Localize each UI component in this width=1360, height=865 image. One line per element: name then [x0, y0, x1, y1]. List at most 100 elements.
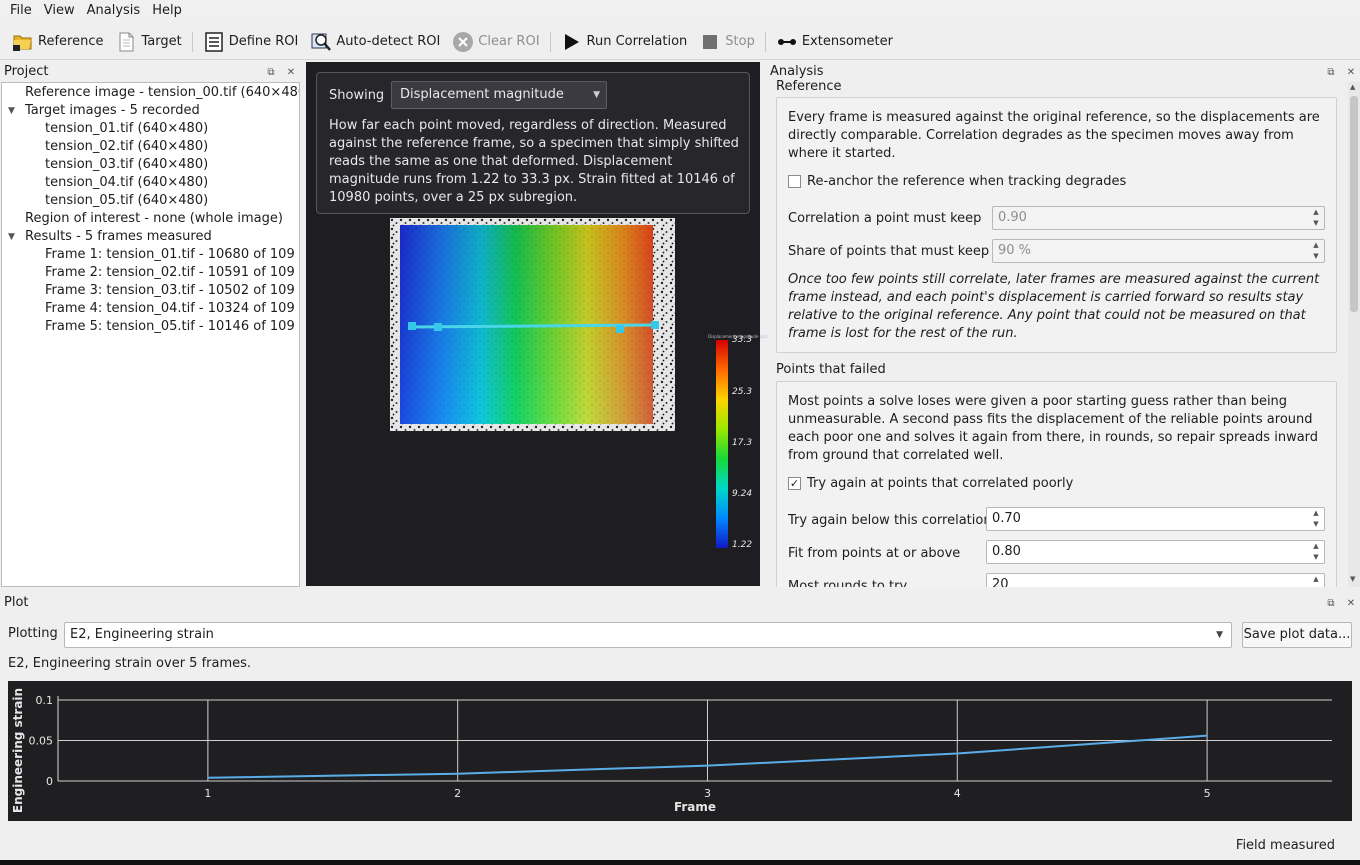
rounds-spinbox[interactable]: 20 ▲▼: [986, 573, 1325, 587]
displacement-field-image[interactable]: [390, 218, 675, 431]
fit-from-spinbox[interactable]: 0.80 ▲ ▼: [986, 540, 1325, 564]
magnifier-icon: [310, 31, 332, 53]
stop-button[interactable]: Stop: [693, 26, 761, 58]
close-icon[interactable]: ✕: [1345, 597, 1357, 609]
tree-item-target-file[interactable]: tension_01.tif (640×480): [45, 120, 208, 138]
folder-open-icon: [12, 31, 34, 53]
scrollbar-thumb[interactable]: [1350, 96, 1358, 312]
float-icon[interactable]: ⧉: [1325, 66, 1337, 78]
retry-poor-checkbox-label: Try again at points that correlated poor…: [807, 476, 1074, 491]
field-viewer[interactable]: Showing Displacement magnitude ▼ How far…: [306, 62, 768, 586]
run-correlation-button-label: Run Correlation: [586, 34, 688, 49]
x-tick-label: 5: [1204, 787, 1211, 800]
tree-item-target-file[interactable]: tension_04.tif (640×480): [45, 174, 208, 192]
menu-file[interactable]: File: [4, 0, 38, 22]
correlation-keep-value: 0.90: [998, 210, 1027, 225]
reference-group: Every frame is measured against the orig…: [776, 97, 1337, 353]
tree-item-result-frame[interactable]: Frame 1: tension_01.tif - 10680 of 1098…: [45, 246, 295, 264]
define-roi-button-label: Define ROI: [228, 34, 299, 49]
analysis-settings: Reference Every frame is measured agains…: [768, 80, 1360, 587]
reanchor-checkbox-label: Re-anchor the reference when tracking de…: [807, 174, 1127, 189]
showing-label: Showing: [329, 88, 385, 103]
analysis-scrollbar[interactable]: ▲ ▼: [1348, 82, 1360, 587]
fit-from-label: Fit from points at or above: [788, 546, 961, 561]
share-keep-spinbox[interactable]: 90 % ▲ ▼: [992, 239, 1325, 263]
spin-arrows-icon[interactable]: ▲▼: [1310, 542, 1322, 562]
tree-item-result-frame[interactable]: Frame 4: tension_04.tif - 10324 of 1098…: [45, 300, 295, 318]
checkbox-box: [788, 175, 801, 188]
plot-caption: E2, Engineering strain over 5 frames.: [8, 656, 252, 671]
menu-view[interactable]: View: [38, 0, 81, 22]
extensometer-button[interactable]: Extensometer: [770, 26, 899, 58]
tree-item-target-file[interactable]: tension_02.tif (640×480): [45, 138, 208, 156]
close-icon[interactable]: ✕: [285, 66, 297, 78]
checkbox-box: ✓: [788, 477, 801, 490]
collapse-arrow-icon[interactable]: ▼: [8, 102, 18, 120]
auto-detect-roi-button-label: Auto-detect ROI: [336, 34, 441, 49]
tree-item-reference-image[interactable]: Reference image - tension_00.tif (640×48…: [25, 84, 299, 102]
float-icon[interactable]: ⧉: [265, 66, 277, 78]
float-icon[interactable]: ⧉: [1325, 597, 1337, 609]
document-icon: [115, 31, 137, 53]
colorbar-label: 25.3: [732, 387, 753, 397]
failed-points-description: Most points a solve loses were given a p…: [788, 394, 1319, 463]
plotting-select[interactable]: E2, Engineering strain ▼: [64, 622, 1232, 648]
tree-item-result-frame[interactable]: Frame 3: tension_03.tif - 10502 of 1098…: [45, 282, 295, 300]
reference-description: Every frame is measured against the orig…: [788, 110, 1320, 161]
scroll-down-icon[interactable]: ▼: [1350, 575, 1355, 583]
collapse-arrow-icon[interactable]: ▼: [8, 228, 18, 246]
spin-arrows-icon[interactable]: ▲▼: [1310, 509, 1322, 529]
target-button[interactable]: Target: [109, 26, 187, 58]
retry-below-spinbox[interactable]: 0.70 ▲ ▼: [986, 507, 1325, 531]
reanchor-checkbox[interactable]: Re-anchor the reference when tracking de…: [788, 174, 1126, 189]
tree-item-result-frame[interactable]: Frame 2: tension_02.tif - 10591 of 1098…: [45, 264, 295, 282]
toolbar-separator: [764, 31, 766, 52]
project-tree[interactable]: Reference image - tension_00.tif (640×48…: [1, 82, 300, 587]
reference-button-label: Reference: [38, 34, 104, 49]
spin-arrows-icon[interactable]: ▲▼: [1310, 208, 1322, 228]
menu-analysis[interactable]: Analysis: [81, 0, 147, 22]
retry-poor-checkbox[interactable]: ✓ Try again at points that correlated po…: [788, 476, 1073, 491]
colorbar-label: 33.3: [732, 335, 753, 345]
strain-chart: 0 0.05 0.1 1 2 3 4 5 Frame Engineering strain: [11, 688, 1332, 814]
clear-icon: [452, 31, 474, 53]
tree-item-target-file[interactable]: tension_03.tif (640×480): [45, 156, 208, 174]
menu-bar: File View Analysis Help: [0, 0, 1360, 22]
tree-item-target-images[interactable]: Target images - 5 recorded: [25, 102, 200, 120]
spin-arrows-icon[interactable]: ▲▼: [1310, 575, 1322, 587]
displacement-field-map: [390, 218, 675, 431]
fit-from-value: 0.80: [992, 544, 1021, 559]
window-bottom-edge: [0, 860, 1360, 865]
rounds-label: Most rounds to try: [788, 579, 908, 587]
x-tick-label: 1: [204, 787, 211, 800]
tree-item-results[interactable]: Results - 5 frames measured: [25, 228, 212, 246]
menu-help[interactable]: Help: [146, 0, 188, 22]
scroll-up-icon[interactable]: ▲: [1350, 83, 1355, 91]
tree-item-region-of-interest[interactable]: Region of interest - none (whole image): [25, 210, 283, 228]
failed-points-group: Most points a solve loses were given a p…: [776, 381, 1337, 587]
toolbar-separator: [549, 31, 551, 52]
define-roi-button[interactable]: Define ROI: [197, 26, 305, 58]
field-description: How far each point moved, regardless of …: [329, 118, 739, 205]
spin-arrows-icon[interactable]: ▲▼: [1310, 241, 1322, 261]
y-axis-label: Engineering strain: [11, 688, 25, 813]
reference-button[interactable]: Reference: [6, 26, 109, 58]
run-correlation-button[interactable]: Run Correlation: [555, 26, 694, 58]
strain-plot[interactable]: 0 0.05 0.1 1 2 3 4 5 Frame Engineering strain: [8, 681, 1352, 821]
auto-detect-roi-button[interactable]: Auto-detect ROI: [304, 26, 446, 58]
y-tick-label: 0.05: [29, 735, 54, 748]
showing-select[interactable]: Displacement magnitude ▼: [391, 81, 607, 109]
colorbar-label: 17.3: [732, 438, 753, 448]
tree-item-target-file[interactable]: tension_05.tif (640×480): [45, 192, 208, 210]
correlation-keep-spinbox[interactable]: 0.90 ▲ ▼: [992, 206, 1325, 230]
share-keep-label: Share of points that must keep it: [788, 244, 1002, 259]
clear-roi-button[interactable]: Clear ROI: [446, 26, 545, 58]
plotting-label: Plotting: [8, 626, 58, 641]
project-dock-buttons: ⧉ ✕: [265, 66, 297, 78]
save-plot-data-button[interactable]: Save plot data...: [1242, 622, 1352, 648]
retry-below-value: 0.70: [992, 511, 1021, 526]
reanchor-note: Once too few points still correlate, lat…: [788, 272, 1320, 341]
tree-item-result-frame[interactable]: Frame 5: tension_05.tif - 10146 of 1098…: [45, 318, 295, 336]
play-icon: [561, 31, 583, 53]
close-icon[interactable]: ✕: [1345, 66, 1357, 78]
